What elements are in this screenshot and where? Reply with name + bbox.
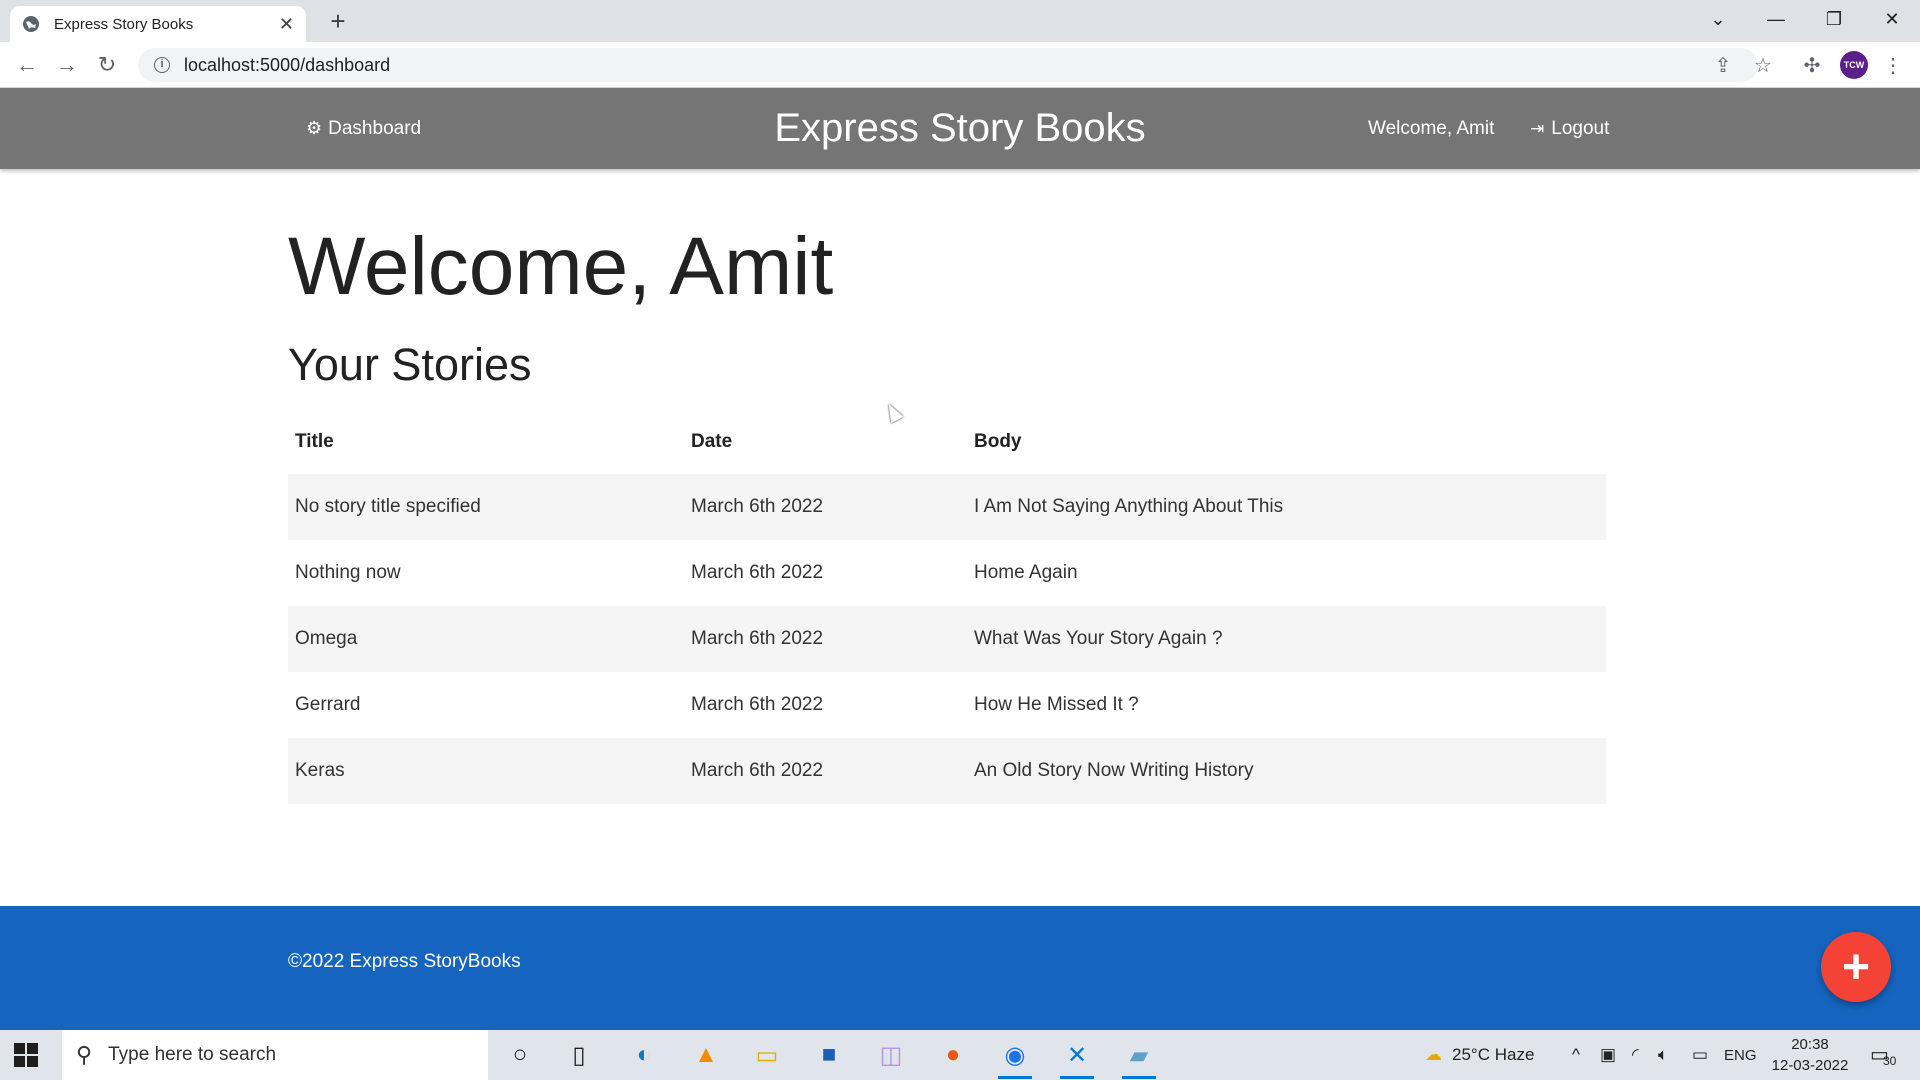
- windows-taskbar: ⚲ Type here to search ○ ▯ ◐ ▲ ▭ ■ ◫ ● ◉ …: [0, 1030, 1920, 1080]
- file-explorer-icon[interactable]: ▭: [742, 1035, 792, 1075]
- table-row: Gerrard March 6th 2022 How He Missed It …: [288, 672, 1606, 738]
- table-row: Omega March 6th 2022 What Was Your Story…: [288, 606, 1606, 672]
- story-date: March 6th 2022: [691, 496, 824, 517]
- weather-text: 25°C Haze: [1452, 1045, 1535, 1064]
- nav-dashboard-label: Dashboard: [328, 117, 422, 139]
- store-icon[interactable]: ■: [804, 1035, 854, 1075]
- footer-copyright: ©2022 Express StoryBooks: [288, 951, 521, 972]
- table-row: Keras March 6th 2022 An Old Story Now Wr…: [288, 738, 1606, 804]
- menu-kebab-icon[interactable]: ⋮: [1878, 50, 1908, 80]
- story-title: Nothing now: [295, 562, 401, 583]
- site-info-icon[interactable]: i: [154, 57, 170, 73]
- reload-icon[interactable]: ↻: [92, 50, 122, 80]
- story-title: Omega: [295, 628, 358, 649]
- task-view-icon[interactable]: ▯: [554, 1035, 604, 1075]
- extensions-icon[interactable]: ✣: [1797, 50, 1827, 80]
- story-date: March 6th 2022: [691, 694, 824, 715]
- taskbar-search-placeholder: Type here to search: [108, 1044, 277, 1065]
- battery-icon[interactable]: ▭: [1692, 1030, 1708, 1080]
- section-title: Your Stories: [288, 339, 532, 390]
- nav-logout-label: Logout: [1551, 117, 1610, 139]
- tray-device-icon[interactable]: ▣: [1600, 1030, 1616, 1080]
- chrome-icon[interactable]: ◉: [990, 1035, 1040, 1079]
- restore-icon[interactable]: ❐: [1806, 0, 1862, 38]
- browser-toolbar: ← → ↻ i localhost:5000/dashboard ⇪ ☆ ✣ ⋮: [0, 42, 1920, 88]
- nav-welcome-link[interactable]: Welcome, Amit: [1368, 88, 1494, 169]
- header-date: Date: [691, 431, 733, 452]
- logout-icon: ⇥: [1530, 118, 1545, 138]
- browser-tab[interactable]: Express Story Books ✕: [10, 6, 306, 42]
- taskbar-search[interactable]: ⚲ Type here to search: [62, 1030, 488, 1080]
- story-title: Keras: [295, 760, 345, 781]
- notification-center[interactable]: ▭ 30: [1870, 1042, 1900, 1068]
- new-tab-button[interactable]: +: [324, 8, 352, 36]
- taskbar-clock[interactable]: 20:38 12-03-2022: [1760, 1034, 1860, 1076]
- story-title: No story title specified: [295, 496, 481, 517]
- app-navbar: Express Story Books ⚙ Dashboard Welcome,…: [0, 88, 1920, 169]
- vscode-icon[interactable]: ✕: [1052, 1035, 1102, 1079]
- cortana-icon[interactable]: ○: [495, 1035, 545, 1075]
- add-story-button[interactable]: +: [1821, 932, 1891, 1002]
- story-body: Home Again: [974, 562, 1078, 583]
- page-footer: ©2022 Express StoryBooks: [0, 906, 1920, 1030]
- minimize-icon[interactable]: —: [1748, 0, 1804, 38]
- bookmark-star-icon[interactable]: ☆: [1748, 50, 1778, 80]
- weather-icon: ☁: [1425, 1045, 1442, 1064]
- tab-search-icon[interactable]: ⌄: [1690, 0, 1746, 38]
- table-header-row: Title Date Body: [288, 410, 1606, 474]
- wifi-icon[interactable]: ◜: [1632, 1030, 1639, 1080]
- clock-time: 20:38: [1791, 1036, 1829, 1053]
- search-icon: ⚲: [76, 1042, 93, 1067]
- address-bar[interactable]: i localhost:5000/dashboard: [138, 48, 1758, 82]
- story-body: What Was Your Story Again ?: [974, 628, 1223, 649]
- windows-start-icon[interactable]: [14, 1043, 38, 1067]
- weather-widget[interactable]: ☁ 25°C Haze: [1425, 1030, 1534, 1080]
- story-title: Gerrard: [295, 694, 361, 715]
- globe-icon: [23, 16, 39, 32]
- profile-avatar[interactable]: TCW: [1840, 51, 1868, 79]
- back-icon[interactable]: ←: [12, 50, 42, 80]
- language-indicator[interactable]: ENG: [1724, 1030, 1757, 1080]
- story-body: How He Missed It ?: [974, 694, 1139, 715]
- photos-app-icon[interactable]: ◫: [866, 1035, 916, 1075]
- tab-close-icon[interactable]: ✕: [279, 14, 294, 35]
- window-close-icon[interactable]: ✕: [1864, 0, 1920, 38]
- forward-icon[interactable]: →: [52, 50, 82, 80]
- notepad-icon[interactable]: ▰: [1114, 1035, 1164, 1079]
- notification-count: 30: [1883, 1054, 1897, 1068]
- story-date: March 6th 2022: [691, 628, 824, 649]
- share-icon[interactable]: ⇪: [1708, 50, 1738, 80]
- volume-icon[interactable]: 🔈︎: [1658, 1030, 1668, 1080]
- story-body: I Am Not Saying Anything About This: [974, 496, 1284, 517]
- tab-title: Express Story Books: [54, 15, 194, 33]
- table-row: Nothing now March 6th 2022 Home Again: [288, 540, 1606, 606]
- firefox-icon[interactable]: ●: [928, 1035, 978, 1075]
- tray-chevron-icon[interactable]: ^: [1572, 1030, 1580, 1080]
- nav-logout-link[interactable]: ⇥ Logout: [1530, 88, 1609, 169]
- story-date: March 6th 2022: [691, 562, 824, 583]
- url-text: localhost:5000/dashboard: [184, 54, 391, 75]
- nav-dashboard-link[interactable]: ⚙ Dashboard: [306, 88, 421, 169]
- story-body: An Old Story Now Writing History: [974, 760, 1254, 781]
- page-title: Welcome, Amit: [288, 221, 834, 312]
- browser-tab-bar: Express Story Books ✕ + ⌄ — ❐ ✕: [0, 0, 1920, 42]
- story-date: March 6th 2022: [691, 760, 824, 781]
- stories-table: Title Date Body No story title specified…: [288, 410, 1606, 804]
- vlc-icon[interactable]: ▲: [681, 1035, 731, 1075]
- table-row: No story title specified March 6th 2022 …: [288, 474, 1606, 540]
- gear-icon: ⚙: [306, 118, 323, 138]
- header-title: Title: [295, 431, 334, 452]
- header-body: Body: [974, 431, 1022, 452]
- clock-date: 12-03-2022: [1771, 1057, 1849, 1074]
- brand-title[interactable]: Express Story Books: [0, 88, 1920, 169]
- edge-icon[interactable]: ◐: [619, 1035, 669, 1075]
